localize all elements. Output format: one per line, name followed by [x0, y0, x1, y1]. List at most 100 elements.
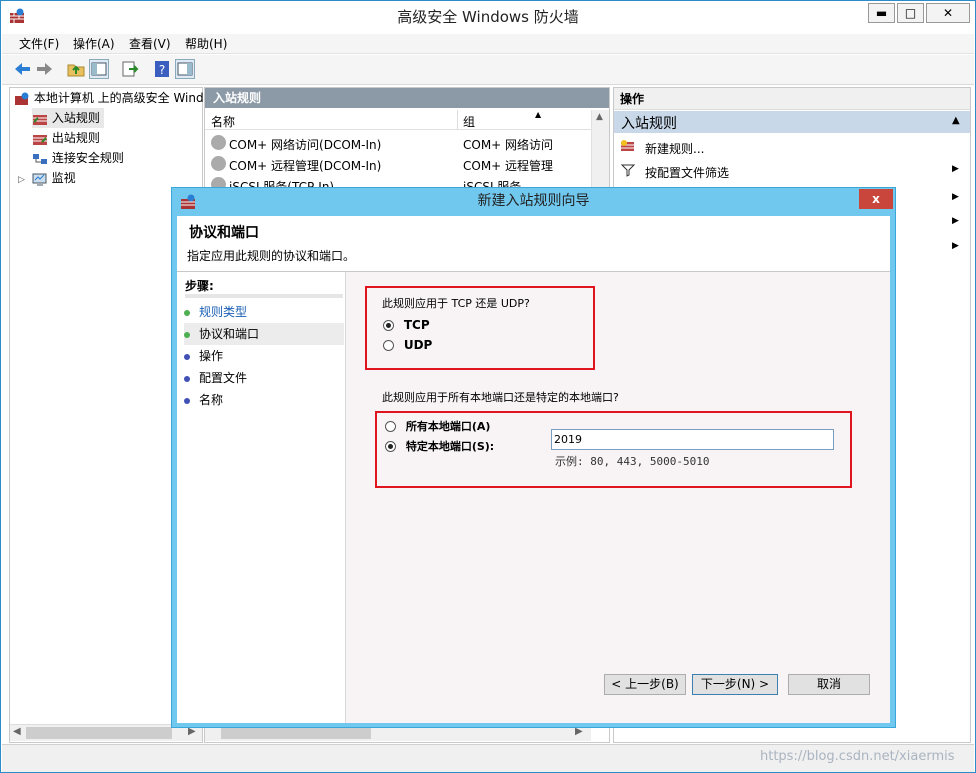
step-label: 协议和端口 [199, 327, 260, 341]
menu-file[interactable]: 文件(F) [19, 34, 59, 54]
forward-arrow-icon[interactable] [35, 59, 55, 79]
rule-group: COM+ 远程管理 [463, 159, 554, 173]
scroll-up-icon[interactable]: ▲ [596, 112, 603, 122]
radio-udp-indicator[interactable] [383, 340, 394, 351]
tree-item-label: 监视 [51, 171, 76, 185]
tree-item-label: 入站规则 [51, 111, 100, 125]
pane-header: 入站规则 [205, 88, 609, 108]
show-hide-tree-icon[interactable] [89, 59, 109, 79]
submenu-arrow-icon: ▶ [952, 164, 959, 174]
scrollbar-thumb[interactable] [26, 727, 172, 739]
cancel-button[interactable]: 取消 [788, 674, 870, 695]
action-filter-by-profile[interactable]: 按配置文件筛选 ▶ [614, 160, 970, 182]
menu-view[interactable]: 查看(V) [129, 34, 171, 54]
wizard-content: 此规则应用于 TCP 还是 UDP? TCP UDP 此规则应用于所有本地端口还… [346, 272, 890, 723]
export-list-icon[interactable] [120, 59, 140, 79]
actions-section-title: 入站规则 [621, 116, 677, 132]
wizard-step: 名称 [184, 389, 344, 411]
action-label: 按配置文件筛选 [645, 166, 730, 180]
radio-all-ports-label: 所有本地端口(A) [405, 420, 491, 433]
menu-help[interactable]: 帮助(H) [185, 34, 227, 54]
filter-icon [620, 163, 636, 180]
submenu-arrow-icon[interactable]: ▶ [952, 216, 959, 226]
tree-item-label: 出站规则 [51, 131, 100, 145]
step-bullet-icon [184, 375, 190, 382]
minimize-button[interactable]: ▬ [868, 3, 895, 23]
maximize-button[interactable]: □ [897, 3, 924, 23]
tree-item-label: 连接安全规则 [51, 151, 124, 165]
radio-all-ports-indicator[interactable] [385, 421, 396, 432]
watermark-text: https://blog.csdn.net/xiaermis [760, 749, 955, 764]
collapse-up-icon[interactable]: ▲ [952, 115, 960, 126]
tree-item-monitoring[interactable]: ▷ 监视 [18, 168, 76, 188]
protocol-question: 此规则应用于 TCP 还是 UDP? [382, 297, 530, 310]
sort-up-icon: ▲ [535, 110, 542, 119]
back-button[interactable]: < 上一步(B) [604, 674, 686, 695]
column-header-group[interactable]: 组 [463, 113, 475, 130]
dialog-close-button[interactable]: x [859, 189, 893, 209]
wizard-subheading: 指定应用此规则的协议和端口。 [187, 249, 356, 263]
table-row[interactable]: COM+ 网络访问(DCOM-In) COM+ 网络访问 [209, 133, 589, 153]
radio-specific-ports-indicator[interactable] [385, 441, 396, 452]
title-bar: 高级安全 Windows 防火墙 ▬ □ ✕ [1, 1, 975, 33]
table-row[interactable]: COM+ 远程管理(DCOM-In) COM+ 远程管理 [209, 154, 589, 174]
firewall-icon [14, 92, 30, 106]
close-button[interactable]: ✕ [926, 3, 970, 23]
column-header-name[interactable]: 名称 [211, 113, 235, 130]
steps-title: 步骤: [185, 279, 214, 293]
rule-name: COM+ 远程管理(DCOM-In) [229, 159, 382, 173]
radio-tcp[interactable]: TCP [383, 318, 430, 332]
port-input-value: 2019 [554, 433, 582, 446]
step-label: 规则类型 [199, 305, 248, 319]
show-action-pane-icon[interactable] [175, 59, 195, 79]
status-bar: https://blog.csdn.net/xiaermis [2, 744, 974, 772]
step-label: 操作 [199, 349, 224, 363]
new-inbound-rule-wizard: 新建入站规则向导 x 协议和端口 指定应用此规则的协议和端口。 步骤: 规则类型… [171, 187, 896, 728]
actions-section-header[interactable]: 入站规则 ▲ [614, 111, 970, 133]
wizard-step[interactable]: 规则类型 [184, 301, 344, 323]
radio-tcp-indicator[interactable] [383, 320, 394, 331]
step-bullet-icon [184, 331, 190, 338]
rule-name: COM+ 网络访问(DCOM-In) [229, 138, 382, 152]
column-divider[interactable] [457, 110, 458, 130]
wizard-step: 操作 [184, 345, 344, 367]
rule-group: COM+ 网络访问 [463, 138, 554, 152]
action-new-rule[interactable]: 新建规则... [614, 136, 970, 158]
steps-list: 规则类型协议和端口操作配置文件名称 [184, 301, 344, 411]
expand-arrow-icon[interactable]: ▷ [18, 170, 28, 190]
outbound-rules-icon [32, 132, 48, 146]
wizard-step: 协议和端口 [184, 323, 344, 345]
action-label: 新建规则... [645, 142, 705, 156]
radio-all-ports[interactable]: 所有本地端口(A) [385, 418, 490, 434]
submenu-arrow-icon[interactable]: ▶ [952, 241, 959, 251]
radio-tcp-label: TCP [403, 318, 430, 332]
tree-item-connection-security-rules[interactable]: 连接安全规则 [32, 148, 124, 168]
tree-root[interactable]: 本地计算机 上的高级安全 Wind [14, 88, 204, 108]
radio-udp[interactable]: UDP [383, 338, 432, 352]
rule-disabled-icon [211, 156, 226, 171]
menu-action[interactable]: 操作(A) [73, 34, 115, 54]
radio-specific-ports[interactable]: 特定本地端口(S): [385, 438, 494, 454]
step-bullet-icon [184, 397, 190, 404]
monitoring-icon [32, 172, 48, 186]
list-column-headers: 名称 ▲ 组 [205, 110, 591, 130]
next-button[interactable]: 下一步(N) > [692, 674, 778, 695]
inbound-rules-icon [32, 112, 48, 126]
scroll-left-icon[interactable]: ◀ [13, 726, 21, 737]
wizard-step: 配置文件 [184, 367, 344, 389]
step-label: 名称 [199, 393, 224, 407]
step-bullet-icon [184, 309, 190, 316]
steps-title-bar [185, 294, 343, 298]
tree-item-inbound-rules[interactable]: 入站规则 [32, 108, 104, 128]
scrollbar-thumb[interactable] [221, 727, 371, 739]
svg-text:?: ? [159, 63, 165, 77]
help-icon[interactable]: ? [152, 59, 172, 79]
step-label: 配置文件 [199, 371, 248, 385]
wizard-steps: 步骤: 规则类型协议和端口操作配置文件名称 [177, 272, 345, 723]
port-input-field[interactable]: 2019 [551, 429, 834, 450]
back-arrow-icon[interactable] [12, 59, 32, 79]
tree-root-label: 本地计算机 上的高级安全 Wind [33, 91, 204, 105]
up-folder-icon[interactable] [66, 59, 86, 79]
submenu-arrow-icon[interactable]: ▶ [952, 192, 959, 202]
tree-item-outbound-rules[interactable]: 出站规则 [32, 128, 100, 148]
